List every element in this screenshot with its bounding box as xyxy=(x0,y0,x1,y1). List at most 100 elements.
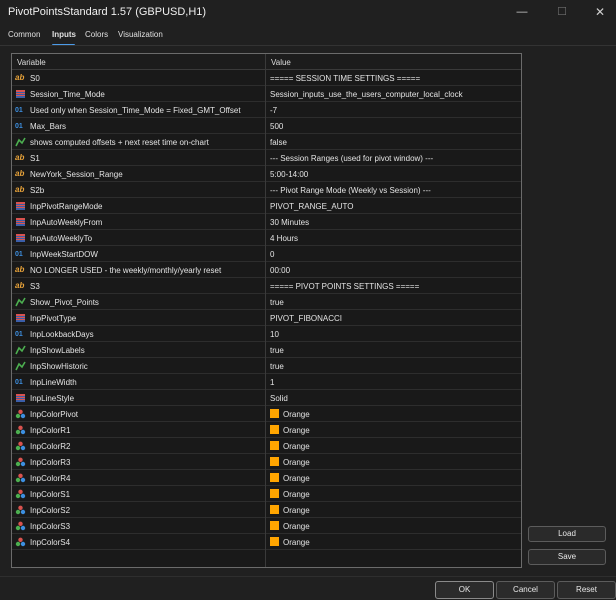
enum-type-icon xyxy=(15,233,26,243)
table-row[interactable]: ab S1 --- Session Ranges (used for pivot w… xyxy=(12,150,521,166)
variable-value[interactable]: Orange xyxy=(283,538,310,547)
variable-value[interactable]: --- Session Ranges (used for pivot windo… xyxy=(270,154,433,163)
color-swatch[interactable] xyxy=(270,441,279,450)
table-row[interactable]: 01 InpWeekStartDOW 0 xyxy=(12,246,521,262)
table-row[interactable]: ab S0 ===== SESSION TIME SETTINGS ===== xyxy=(12,70,521,86)
variable-value[interactable]: Orange xyxy=(283,442,310,451)
bool-type-icon xyxy=(15,345,26,355)
table-row[interactable]: ab NewYork_Session_Range 5:00-14:00 xyxy=(12,166,521,182)
integer-type-icon: 01 xyxy=(15,331,23,338)
variable-name: Show_Pivot_Points xyxy=(30,298,99,307)
ok-button[interactable]: OK xyxy=(435,581,494,599)
color-swatch[interactable] xyxy=(270,505,279,514)
variable-name: InpShowHistoric xyxy=(30,362,88,371)
variable-value[interactable]: 5:00-14:00 xyxy=(270,170,308,179)
variable-value[interactable]: true xyxy=(270,298,284,307)
minimize-icon[interactable]: — xyxy=(508,2,536,22)
table-row[interactable]: InpColorS2 Orange xyxy=(12,502,521,518)
variable-value[interactable]: 500 xyxy=(270,122,283,131)
table-row[interactable]: 01 Max_Bars 500 xyxy=(12,118,521,134)
variable-value[interactable]: Session_inputs_use_the_users_computer_lo… xyxy=(270,90,463,99)
close-icon[interactable]: ✕ xyxy=(586,2,614,22)
table-row[interactable]: InpLineStyle Solid xyxy=(12,390,521,406)
variable-value[interactable]: 1 xyxy=(270,378,274,387)
variable-value[interactable]: ===== PIVOT POINTS SETTINGS ===== xyxy=(270,282,419,291)
cancel-button[interactable]: Cancel xyxy=(496,581,555,599)
table-row[interactable]: ab NO LONGER USED - the weekly/monthly/ye… xyxy=(12,262,521,278)
table-row[interactable]: InpColorR1 Orange xyxy=(12,422,521,438)
color-swatch[interactable] xyxy=(270,473,279,482)
tab-colors[interactable]: Colors xyxy=(85,30,108,39)
table-row[interactable]: InpPivotRangeMode PIVOT_RANGE_AUTO xyxy=(12,198,521,214)
variable-value[interactable]: PIVOT_RANGE_AUTO xyxy=(270,202,353,211)
variable-value[interactable]: Solid xyxy=(270,394,288,403)
variable-value[interactable]: Orange xyxy=(283,458,310,467)
string-type-icon: ab xyxy=(15,265,25,274)
color-swatch[interactable] xyxy=(270,521,279,530)
table-row[interactable]: InpColorR4 Orange xyxy=(12,470,521,486)
table-row[interactable]: InpAutoWeeklyFrom 30 Minutes xyxy=(12,214,521,230)
tab-inputs[interactable]: Inputs xyxy=(52,30,76,39)
table-row[interactable]: InpShowLabels true xyxy=(12,342,521,358)
variable-value[interactable]: Orange xyxy=(283,506,310,515)
tab-bar: Common Inputs Colors Visualization xyxy=(0,28,616,46)
variable-value[interactable]: -7 xyxy=(270,106,277,115)
variable-value[interactable]: Orange xyxy=(283,522,310,531)
variable-value[interactable]: false xyxy=(270,138,287,147)
color-swatch[interactable] xyxy=(270,489,279,498)
table-row[interactable]: 01 InpLookbackDays 10 xyxy=(12,326,521,342)
variable-name: InpColorR4 xyxy=(30,474,71,483)
table-row[interactable]: InpShowHistoric true xyxy=(12,358,521,374)
color-type-icon xyxy=(15,521,26,531)
color-swatch[interactable] xyxy=(270,425,279,434)
variable-value[interactable]: true xyxy=(270,346,284,355)
table-row[interactable]: InpColorR3 Orange xyxy=(12,454,521,470)
header-variable: Variable xyxy=(17,58,46,67)
column-divider[interactable] xyxy=(265,54,266,567)
variable-name: InpColorS3 xyxy=(30,522,71,531)
table-row[interactable]: InpColorS4 Orange xyxy=(12,534,521,550)
variable-value[interactable]: Orange xyxy=(283,474,310,483)
variable-value[interactable]: true xyxy=(270,362,284,371)
table-row[interactable]: InpColorS3 Orange xyxy=(12,518,521,534)
color-swatch[interactable] xyxy=(270,457,279,466)
table-row[interactable]: InpPivotType PIVOT_FIBONACCI xyxy=(12,310,521,326)
color-type-icon xyxy=(15,457,26,467)
table-row[interactable]: ab S2b --- Pivot Range Mode (Weekly vs Ses… xyxy=(12,182,521,198)
color-type-icon xyxy=(15,425,26,435)
string-type-icon: ab xyxy=(15,73,25,82)
variable-value[interactable]: 00:00 xyxy=(270,266,290,275)
maximize-icon[interactable]: ☐ xyxy=(548,2,576,22)
variable-name: Session_Time_Mode xyxy=(30,90,105,99)
load-button[interactable]: Load xyxy=(528,526,606,542)
variable-name: InpAutoWeeklyFrom xyxy=(30,218,103,227)
table-row[interactable]: InpColorPivot Orange xyxy=(12,406,521,422)
table-row[interactable]: 01 InpLineWidth 1 xyxy=(12,374,521,390)
table-row[interactable]: Show_Pivot_Points true xyxy=(12,294,521,310)
variable-value[interactable]: --- Pivot Range Mode (Weekly vs Session)… xyxy=(270,186,431,195)
table-row[interactable]: Session_Time_Mode Session_inputs_use_the_… xyxy=(12,86,521,102)
tab-visualization[interactable]: Visualization xyxy=(118,30,163,39)
reset-button[interactable]: Reset xyxy=(557,581,616,599)
table-row[interactable]: InpColorR2 Orange xyxy=(12,438,521,454)
variable-value[interactable]: PIVOT_FIBONACCI xyxy=(270,314,342,323)
variable-value[interactable]: Orange xyxy=(283,410,310,419)
variable-value[interactable]: 4 Hours xyxy=(270,234,298,243)
table-row[interactable]: ab S3 ===== PIVOT POINTS SETTINGS ===== xyxy=(12,278,521,294)
variable-value[interactable]: 10 xyxy=(270,330,279,339)
variable-value[interactable]: Orange xyxy=(283,426,310,435)
color-swatch[interactable] xyxy=(270,537,279,546)
variable-value[interactable]: Orange xyxy=(283,490,310,499)
variable-value[interactable]: ===== SESSION TIME SETTINGS ===== xyxy=(270,74,420,83)
table-row[interactable]: InpAutoWeeklyTo 4 Hours xyxy=(12,230,521,246)
header-value[interactable]: Value xyxy=(271,58,291,67)
table-row[interactable]: 01 Used only when Session_Time_Mode = Fix… xyxy=(12,102,521,118)
tab-common[interactable]: Common xyxy=(8,30,40,39)
table-row[interactable]: shows computed offsets + next reset time… xyxy=(12,134,521,150)
variable-value[interactable]: 30 Minutes xyxy=(270,218,309,227)
save-button[interactable]: Save xyxy=(528,549,606,565)
table-row[interactable]: InpColorS1 Orange xyxy=(12,486,521,502)
variable-value[interactable]: 0 xyxy=(270,250,274,259)
color-swatch[interactable] xyxy=(270,409,279,418)
variable-name: InpColorS1 xyxy=(30,490,71,499)
